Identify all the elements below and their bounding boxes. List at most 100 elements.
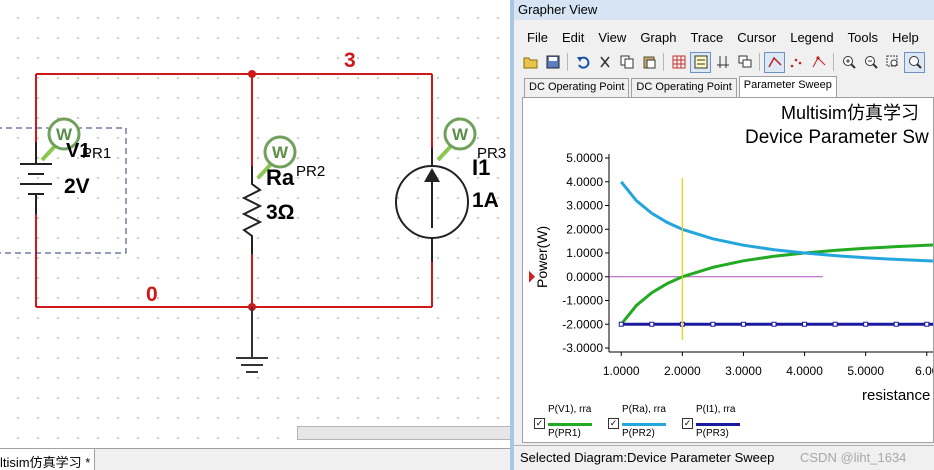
resistor-ra[interactable] [241,166,263,254]
legend-checkbox-v1[interactable]: ✓ [534,418,545,429]
series-3-marker [771,321,777,327]
diagram-tabs: DC Operating Point DC Operating Point Pa… [524,76,934,97]
copy-icon[interactable] [616,52,637,73]
window-title: Grapher View [514,0,934,20]
sheet-tab[interactable]: ltisim仿真学习 * [0,449,96,470]
i1-probe-label: PR3 [477,145,506,162]
sheet-tab-bar: ltisim仿真学习 * [0,448,512,470]
probe-w-icon: W [452,125,469,144]
schematic-drawing: W W W 3 0 V1 PR1 2V Ra PR2 3Ω I1 PR3 1A [0,49,506,373]
legend-probe-v1: P(PR1) [548,428,581,439]
line-icon[interactable] [764,51,785,73]
legend-item-ra[interactable]: P(Ra), rra ✓ P(PR2) [608,404,688,442]
zoom-area-icon[interactable] [882,52,903,73]
series-3-marker [802,321,808,327]
legend-probe-i1: P(PR3) [696,428,729,439]
series-3-marker [710,321,716,327]
legend-item-v1[interactable]: P(V1), rra ✓ P(PR1) [534,404,614,442]
paste-icon[interactable] [638,52,659,73]
v1-value: 2V [64,175,90,198]
menu-edit[interactable]: Edit [555,30,591,45]
x-tick-label: 6.00 [915,364,934,378]
i1-value: 1A [472,189,499,212]
y-tick-label: -3.0000 [562,341,603,355]
y-tick-label: 3.0000 [566,199,603,213]
x-tick-label: 3.0000 [725,364,762,378]
zoom-full-icon[interactable] [904,51,925,73]
dots-icon[interactable] [786,52,807,73]
plot-area[interactable]: Multisim仿真学习 Device Parameter Sw resista… [522,97,934,443]
y-tick-label: -2.0000 [562,317,603,331]
tab-dc-operating-point-2[interactable]: DC Operating Point [631,78,737,97]
zoom-out-icon[interactable] [860,52,881,73]
menu-cursor[interactable]: Cursor [730,30,783,45]
points-icon[interactable] [808,52,829,73]
node-label-3: 3 [344,49,356,72]
legend-probe-ra: P(PR2) [622,428,655,439]
schematic-canvas[interactable]: W W W 3 0 V1 PR1 2V Ra PR2 3Ω I1 PR3 1A [0,0,512,470]
series-3-marker [832,321,838,327]
series-3-marker [893,321,899,327]
series-3-marker [863,321,869,327]
y-tick-label: 1.0000 [566,246,603,260]
menu-graph[interactable]: Graph [633,30,683,45]
screen: W W W 3 0 V1 PR1 2V Ra PR2 3Ω I1 PR3 1A … [0,0,934,470]
junction-dot-top [248,70,256,78]
y-tick-label: -1.0000 [562,294,603,308]
series-3-marker [924,321,930,327]
menu-trace[interactable]: Trace [683,30,730,45]
ground-symbol[interactable] [236,307,268,373]
legend-swatch-i1 [696,423,740,426]
legend-checkbox-i1[interactable]: ✓ [682,418,693,429]
y-tick-label: 5.0000 [566,151,603,165]
series-3-marker [618,321,624,327]
legend-checkbox-ra[interactable]: ✓ [608,418,619,429]
open-icon[interactable] [520,52,541,73]
watermark: CSDN @liht_1634 [800,450,907,465]
menu-tools[interactable]: Tools [841,30,885,45]
overlay-icon[interactable] [734,52,755,73]
probe-pr3[interactable]: W [436,117,477,162]
toolbar [520,50,934,74]
y-tick-label: 2.0000 [566,222,603,236]
ra-name: Ra [266,165,295,190]
save-icon[interactable] [542,52,563,73]
x-tick-label: 5.0000 [847,364,884,378]
series-3-marker [649,321,655,327]
horizontal-scrollbar[interactable] [297,426,512,440]
chart-svg: Multisim仿真学习 Device Parameter Sw resista… [529,103,934,404]
y-tick-label: 0.0000 [566,270,603,284]
menu-bar: File Edit View Graph Trace Cursor Legend… [520,26,934,48]
cursor-icon[interactable] [712,52,733,73]
grapher-window: Grapher View File Edit View Graph Trace … [510,0,934,470]
legend-icon[interactable] [690,51,711,73]
legend-item-i1[interactable]: P(I1), rra ✓ P(PR3) [682,404,762,442]
tab-parameter-sweep[interactable]: Parameter Sweep [738,76,837,97]
menu-legend[interactable]: Legend [783,30,840,45]
chart-marks: 5.0000 4.0000 3.0000 2.0000 1.0000 0.0000 -1.0… [529,151,934,378]
ra-probe-label: PR2 [296,163,325,180]
status-bar: Selected Diagram:Device Parameter Sweep … [514,445,934,470]
cut-icon[interactable] [594,52,615,73]
grid-icon[interactable] [668,52,689,73]
chart-subtitle: Device Parameter Sw [745,127,929,148]
tab-dc-operating-point-1[interactable]: DC Operating Point [524,78,630,97]
menu-view[interactable]: View [591,30,633,45]
legend: P(V1), rra ✓ P(PR1) P(Ra), rra ✓ P(PR2) … [534,404,934,442]
v1-probe-label: PR1 [82,145,111,162]
node-label-0: 0 [146,283,158,306]
y-axis-label: Power(W) [534,226,550,288]
current-source-i1[interactable] [395,148,469,262]
chart-title: Multisim仿真学习 [781,103,919,123]
x-tick-label: 2.0000 [664,364,701,378]
x-tick-label: 1.0000 [603,364,640,378]
zoom-in-icon[interactable] [838,52,859,73]
probe-w-icon: W [272,143,289,162]
undo-icon[interactable] [572,52,593,73]
series-line-1 [620,243,933,326]
status-text: Selected Diagram:Device Parameter Sweep [520,450,775,465]
ra-value: 3Ω [266,201,295,224]
menu-file[interactable]: File [520,30,555,45]
menu-help[interactable]: Help [885,30,926,45]
legend-swatch-ra [622,423,666,426]
